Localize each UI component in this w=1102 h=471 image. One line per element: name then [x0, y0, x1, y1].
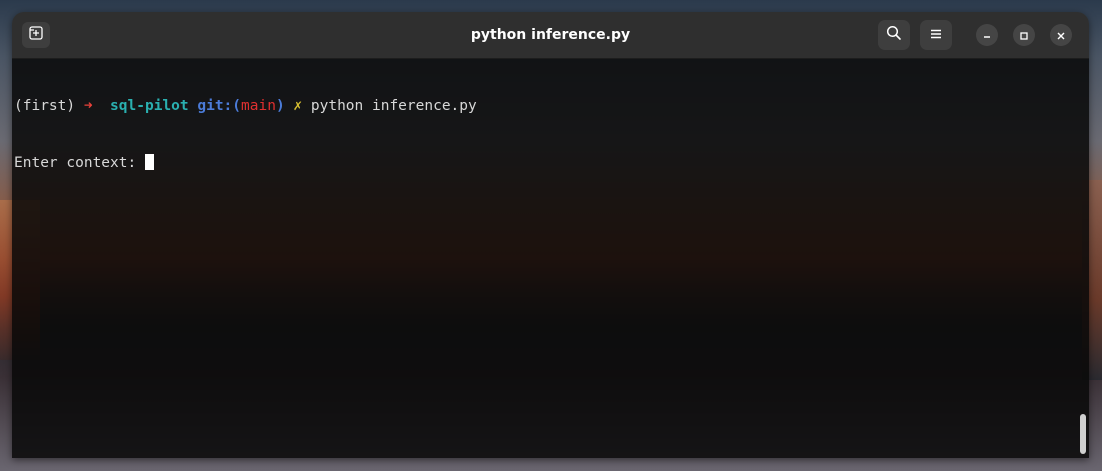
close-button[interactable]: [1050, 24, 1072, 46]
search-icon: [886, 25, 902, 45]
terminal-window: python inference.py (first) ➜ sql-pilot …: [12, 12, 1089, 458]
prompt-env: (first): [14, 98, 76, 114]
scrollbar[interactable]: [1078, 59, 1086, 458]
prompt-dirty-mark: ✗: [293, 98, 303, 114]
prompt-command: python inference.py: [310, 98, 477, 114]
hamburger-menu-icon: [929, 26, 943, 45]
prompt-git-label: git:(: [197, 98, 242, 114]
input-line: Enter context:: [14, 154, 477, 173]
menu-button[interactable]: [920, 20, 952, 50]
input-prompt-text: Enter context:: [14, 155, 145, 171]
prompt-git-close: ): [275, 98, 285, 114]
prompt-branch: main: [241, 98, 276, 114]
text-cursor: [144, 154, 154, 170]
search-button[interactable]: [878, 20, 910, 50]
terminal-output: (first) ➜ sql-pilot git:(main) ✗ python …: [14, 59, 477, 211]
scrollbar-thumb[interactable]: [1080, 414, 1086, 454]
headerbar: python inference.py: [12, 12, 1089, 59]
terminal-area[interactable]: (first) ➜ sql-pilot git:(main) ✗ python …: [12, 59, 1089, 458]
close-icon: [1056, 26, 1066, 45]
minimize-button[interactable]: [976, 24, 998, 46]
prompt-repo: sql-pilot: [110, 98, 189, 114]
maximize-icon: [1019, 26, 1029, 45]
minimize-icon: [982, 26, 992, 45]
prompt-arrow: ➜: [83, 98, 93, 114]
maximize-button[interactable]: [1013, 24, 1035, 46]
prompt-line: (first) ➜ sql-pilot git:(main) ✗ python …: [14, 97, 477, 116]
